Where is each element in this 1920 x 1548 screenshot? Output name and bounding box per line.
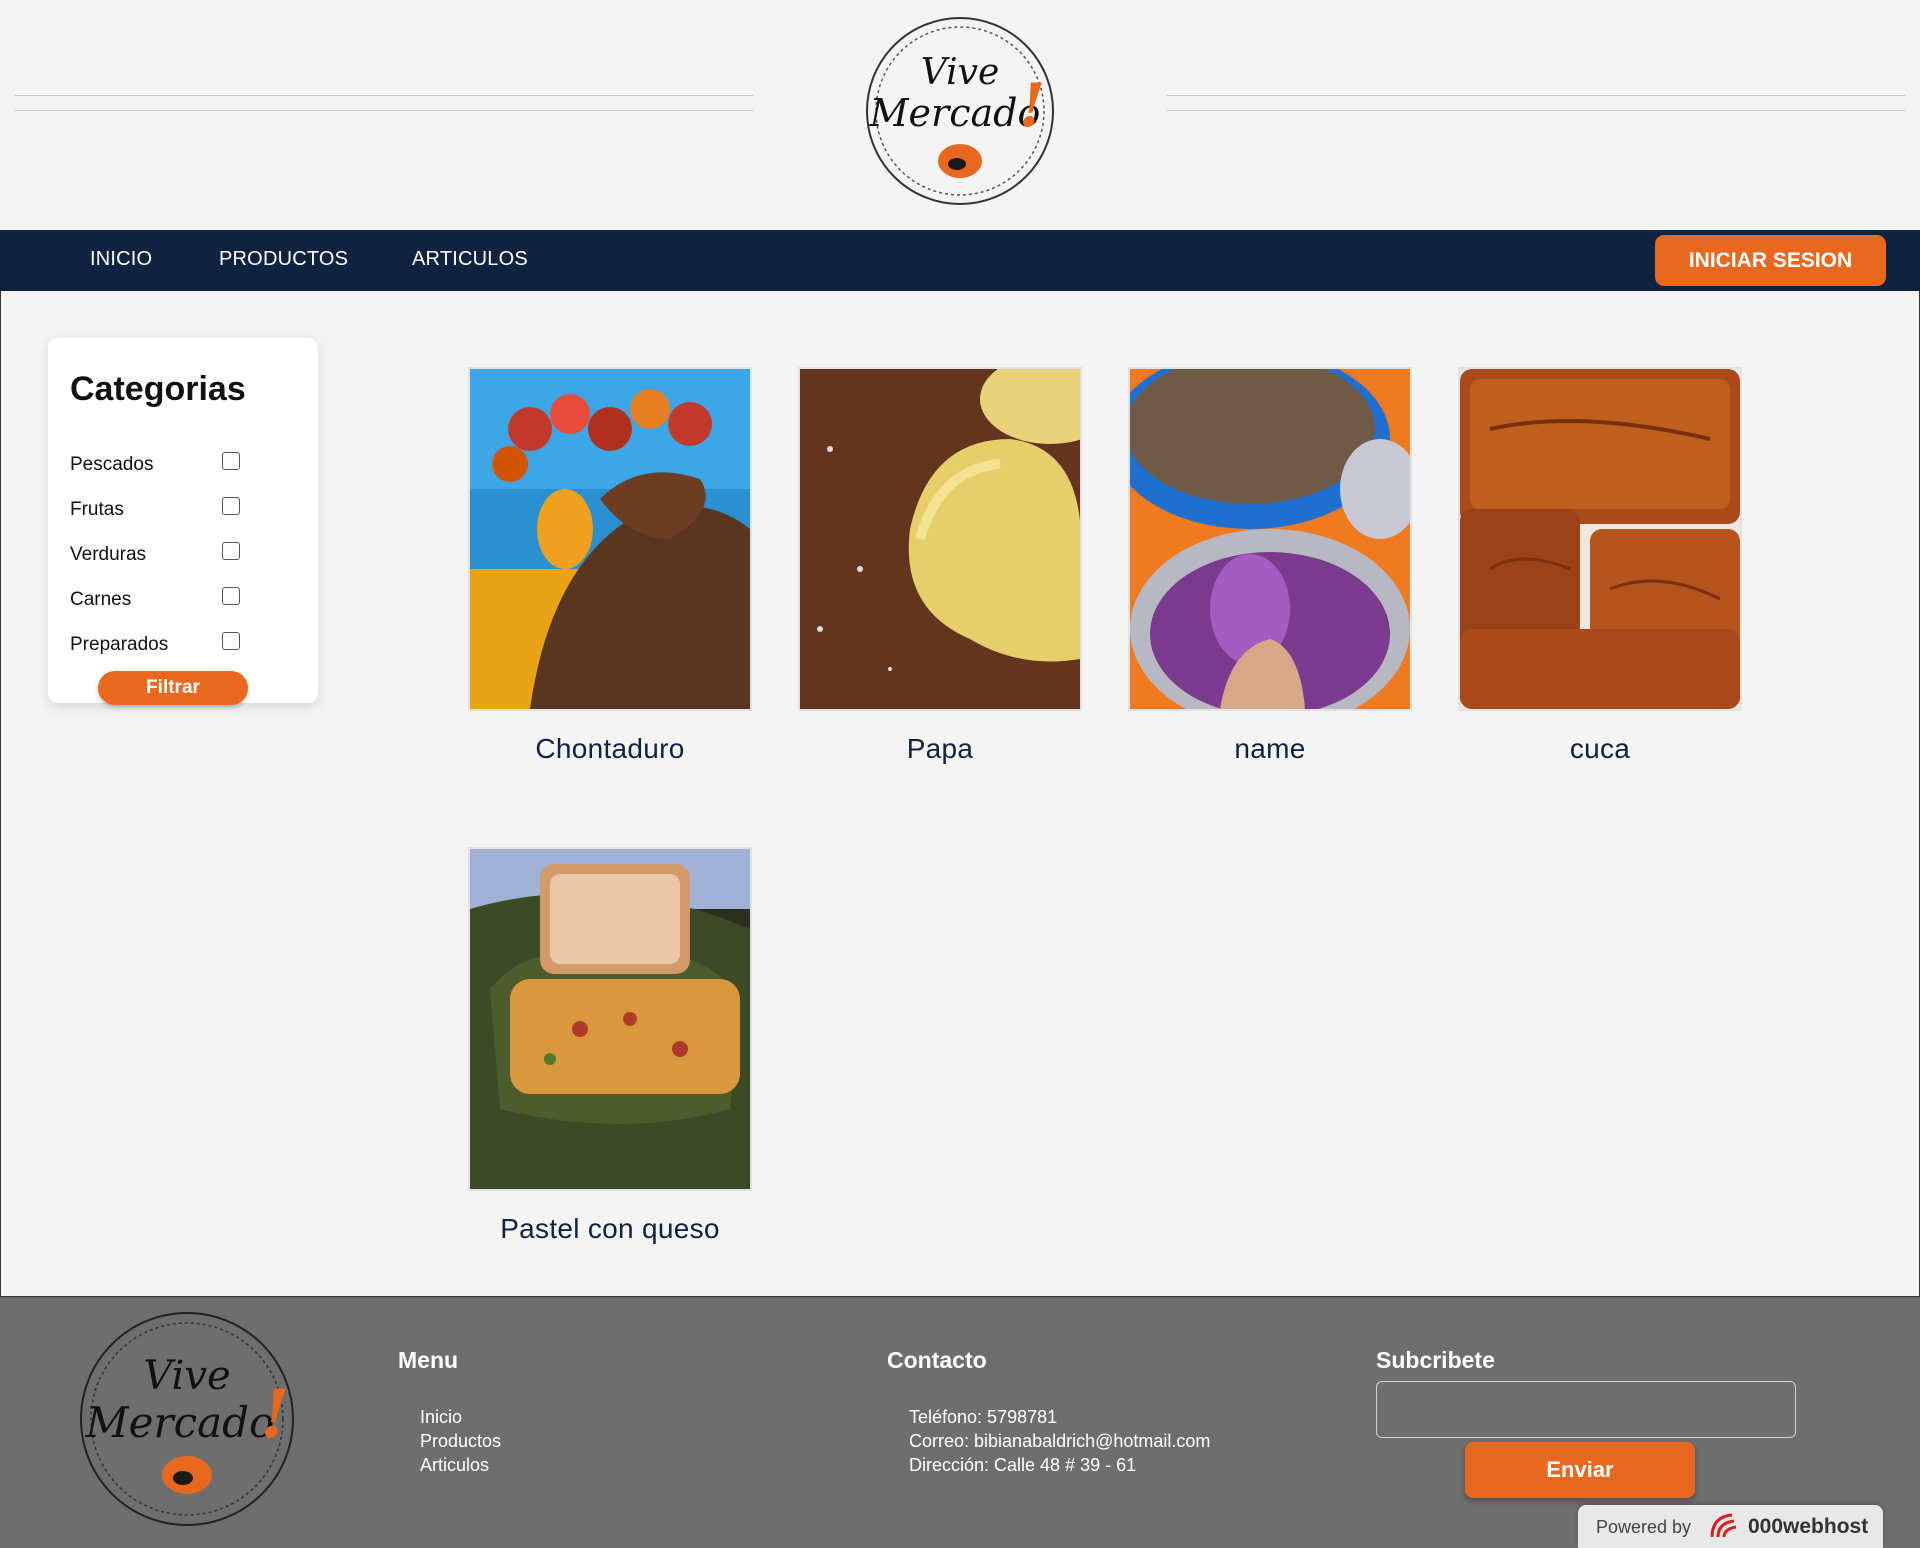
webhost-logo-icon bbox=[1708, 1511, 1742, 1541]
product-name: Pastel con queso bbox=[500, 1213, 720, 1244]
category-row-verduras: Verduras bbox=[70, 538, 250, 568]
header-divider-left bbox=[15, 95, 753, 111]
svg-text:!: ! bbox=[1019, 71, 1045, 141]
product-card-pastel-con-queso[interactable]: Pastel con queso bbox=[468, 847, 752, 1245]
category-row-preparados: Preparados bbox=[70, 628, 250, 658]
product-name: Papa bbox=[906, 733, 974, 764]
nav-productos[interactable]: PRODUCTOS bbox=[219, 248, 348, 271]
contact-phone: Teléfono: 5798781 bbox=[909, 1407, 1058, 1427]
product-image-pastel-con-queso[interactable] bbox=[468, 847, 752, 1191]
footer-link-productos[interactable]: Productos bbox=[420, 1431, 501, 1452]
category-label: Frutas bbox=[70, 499, 124, 520]
product-name: Chontaduro bbox=[535, 733, 685, 764]
category-row-carnes: Carnes bbox=[70, 583, 250, 613]
powered-by-badge[interactable]: Powered by 000webhost bbox=[1578, 1505, 1883, 1548]
product-card-name[interactable]: name bbox=[1128, 367, 1412, 765]
category-checkbox-verduras[interactable] bbox=[222, 542, 240, 560]
category-row-pescados: Pescados bbox=[70, 448, 250, 478]
category-title: Categorias bbox=[70, 370, 246, 408]
svg-text:Mercado: Mercado bbox=[869, 91, 1041, 135]
filter-button[interactable]: Filtrar bbox=[98, 671, 248, 705]
category-filter-card: Categorias Pescados Frutas Verduras Carn… bbox=[48, 338, 318, 705]
header-divider-right bbox=[1167, 95, 1905, 111]
product-image-name[interactable] bbox=[1128, 367, 1412, 711]
site-footer: Vive Mercado ! Menu Inicio Productos Art… bbox=[0, 1297, 1920, 1548]
category-checkbox-pescados[interactable] bbox=[222, 452, 240, 470]
category-checkbox-carnes[interactable] bbox=[222, 587, 240, 605]
footer-menu-title: Menu bbox=[398, 1347, 459, 1373]
product-name: name bbox=[1234, 733, 1306, 764]
svg-text:!: ! bbox=[261, 1375, 290, 1453]
nav-inicio[interactable]: INICIO bbox=[90, 248, 152, 271]
contact-address: Dirección: Calle 48 # 39 - 61 bbox=[909, 1455, 1137, 1475]
site-logo[interactable]: Vive Mercado ! bbox=[860, 14, 1060, 209]
footer-logo[interactable]: Vive Mercado ! bbox=[75, 1309, 305, 1529]
login-button[interactable]: INICIAR SESION bbox=[1655, 235, 1886, 286]
category-label: Preparados bbox=[70, 634, 169, 655]
webhost-brand: 000webhost bbox=[1748, 1515, 1869, 1538]
product-card-cuca[interactable]: cuca bbox=[1458, 367, 1742, 765]
category-checkbox-preparados[interactable] bbox=[222, 632, 240, 650]
footer-link-articulos[interactable]: Articulos bbox=[420, 1455, 489, 1476]
category-label: Carnes bbox=[70, 589, 132, 610]
category-label: Verduras bbox=[70, 544, 147, 565]
main-nav: INICIO PRODUCTOS ARTICULOS INICIAR SESIO… bbox=[0, 230, 1920, 291]
footer-subscribe-title: Subcribete bbox=[1376, 1347, 1495, 1373]
main-content: Categorias Pescados Frutas Verduras Carn… bbox=[0, 291, 1920, 1297]
product-image-chontaduro[interactable] bbox=[468, 367, 752, 711]
footer-link-inicio[interactable]: Inicio bbox=[420, 1407, 462, 1428]
svg-text:Mercado: Mercado bbox=[85, 1398, 275, 1447]
product-image-papa[interactable] bbox=[798, 367, 1082, 711]
footer-contact-title: Contacto bbox=[887, 1347, 987, 1373]
product-card-papa[interactable]: Papa bbox=[798, 367, 1082, 765]
svg-text:Vive: Vive bbox=[143, 1353, 230, 1399]
category-checkbox-frutas[interactable] bbox=[222, 497, 240, 515]
powered-by-label: Powered by bbox=[1596, 1517, 1692, 1537]
product-card-chontaduro[interactable]: Chontaduro bbox=[468, 367, 752, 765]
product-name: cuca bbox=[1569, 733, 1631, 764]
svg-text:Vive: Vive bbox=[921, 52, 1000, 93]
subscribe-email-input[interactable] bbox=[1376, 1381, 1796, 1438]
subscribe-send-button[interactable]: Enviar bbox=[1465, 1442, 1695, 1498]
nav-articulos[interactable]: ARTICULOS bbox=[412, 248, 528, 271]
category-label: Pescados bbox=[70, 454, 154, 475]
site-header: Vive Mercado ! bbox=[0, 0, 1920, 230]
contact-email: Correo: bibianabaldrich@hotmail.com bbox=[909, 1431, 1211, 1451]
category-row-frutas: Frutas bbox=[70, 493, 250, 523]
product-image-cuca[interactable] bbox=[1458, 367, 1742, 711]
